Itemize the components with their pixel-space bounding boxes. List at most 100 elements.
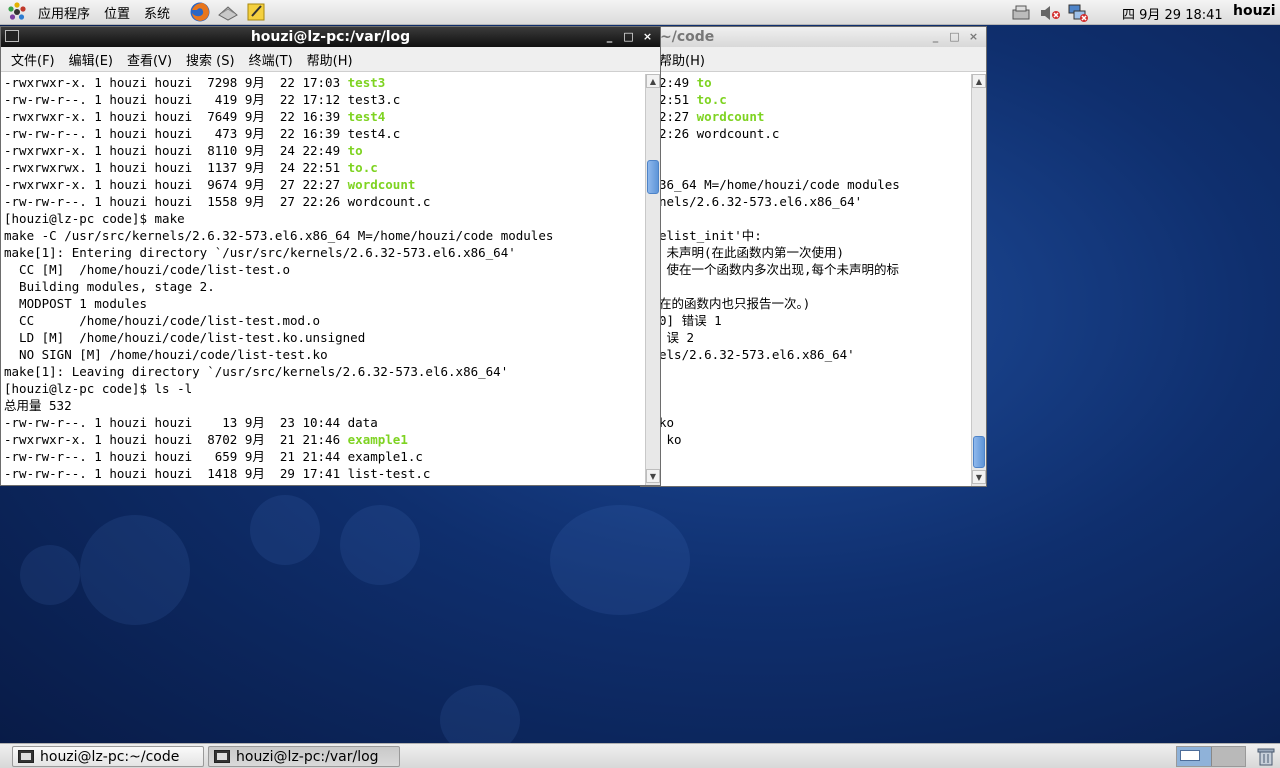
terminal-line: 未声明(在此函数内第一次使用) xyxy=(659,245,845,260)
terminal-line: -rw-rw-r--. 1 houzi houzi 659 9月 21 21:4… xyxy=(4,449,423,464)
terminal-line: [houzi@lz-pc code]$ ls -l xyxy=(4,381,193,396)
terminal-icon xyxy=(214,750,230,763)
network-manager-icon[interactable] xyxy=(1011,2,1033,24)
close-button[interactable]: × xyxy=(965,29,982,45)
terminal-line: 2:51 to.c xyxy=(659,92,727,107)
window-controls: _ □ × xyxy=(601,27,656,47)
maximize-button[interactable]: □ xyxy=(620,29,637,45)
terminal-line: make[1]: Entering directory `/usr/src/ke… xyxy=(4,245,516,260)
distro-logo-icon[interactable] xyxy=(6,1,28,23)
terminal-output[interactable]: 2:49 to 2:51 to.c 2:27 wordcount 2:26 wordc… xyxy=(641,74,971,486)
task-button-varlog[interactable]: houzi@lz-pc:/var/log xyxy=(208,746,400,767)
workspace-1[interactable] xyxy=(1177,747,1212,766)
terminal-line: -rwxrwxr-x. 1 houzi houzi 7298 9月 22 17:… xyxy=(4,75,386,90)
scroll-thumb[interactable] xyxy=(973,436,985,468)
terminal-line: -rw-rw-r--. 1 houzi houzi 1418 9月 29 17:… xyxy=(4,466,431,481)
trash-icon[interactable] xyxy=(1256,747,1276,768)
terminal-line: els/2.6.32-573.el6.x86_64' xyxy=(659,347,855,362)
menu-edit[interactable]: 编辑(E) xyxy=(62,50,120,69)
menubar: 帮助(H) xyxy=(641,47,986,72)
terminal-line: Building modules, stage 2. xyxy=(4,279,215,294)
minimize-button[interactable]: _ xyxy=(601,29,618,45)
scrollbar[interactable]: ▲ ▼ xyxy=(971,74,986,486)
terminal-line: 36_64 M=/home/houzi/code modules xyxy=(659,177,900,192)
terminal-line: make[1]: Leaving directory `/usr/src/ker… xyxy=(4,364,509,379)
window-title: ~/code xyxy=(660,29,715,45)
terminal-line: -rw-rw-r--. 1 houzi houzi 419 9月 22 17:1… xyxy=(4,92,401,107)
menu-search[interactable]: 搜索 (S) xyxy=(179,50,242,69)
executable-file-name: to xyxy=(696,75,712,90)
task-label: houzi@lz-pc:~/code xyxy=(40,748,180,765)
terminal-icon xyxy=(18,750,34,763)
workspace-1-window xyxy=(1180,750,1200,761)
terminal-line: -rw-rw-r--. 1 houzi houzi 473 9月 22 16:3… xyxy=(4,126,401,141)
executable-file-name: wordcount xyxy=(347,177,416,192)
workspace-switcher[interactable] xyxy=(1176,746,1246,767)
menu-help[interactable]: 帮助(H) xyxy=(300,50,360,69)
menu-help[interactable]: 帮助(H) xyxy=(659,50,705,69)
scroll-down-icon[interactable]: ▼ xyxy=(972,470,986,484)
terminal-line: -rwxrwxr-x. 1 houzi houzi 8110 9月 24 22:… xyxy=(4,143,363,158)
close-button[interactable]: × xyxy=(639,29,656,45)
network-disconnected-icon[interactable] xyxy=(1067,2,1089,24)
maximize-button[interactable]: □ xyxy=(946,29,963,45)
terminal-line: elist_init'中: xyxy=(659,228,762,243)
mail-icon[interactable] xyxy=(217,1,239,23)
terminal-line: nels/2.6.32-573.el6.x86_64' xyxy=(659,194,863,209)
menu-system[interactable]: 系统 xyxy=(137,0,177,25)
terminal-line: ko xyxy=(659,432,682,447)
task-button-code[interactable]: houzi@lz-pc:~/code xyxy=(12,746,204,767)
scrollbar[interactable]: ▲ ▼ xyxy=(645,74,660,485)
terminal-line: -rwxrwxr-x. 1 houzi houzi 9674 9月 27 22:… xyxy=(4,177,416,192)
bottom-taskbar: houzi@lz-pc:~/code houzi@lz-pc:/var/log xyxy=(0,743,1280,768)
menu-applications[interactable]: 应用程序 xyxy=(31,0,97,25)
menu-places[interactable]: 位置 xyxy=(97,0,137,25)
bokeh-circle xyxy=(550,505,690,615)
terminal-line: -rwxrwxrwx. 1 houzi houzi 1137 9月 24 22:… xyxy=(4,160,378,175)
menu-terminal[interactable]: 终端(T) xyxy=(242,50,300,69)
scroll-up-icon[interactable]: ▲ xyxy=(972,74,986,88)
minimize-button[interactable]: _ xyxy=(927,29,944,45)
terminal-window-code[interactable]: ~/code _ □ × 帮助(H) 2:49 to 2:51 to.c 2:27 … xyxy=(640,26,987,487)
user-name[interactable]: houzi xyxy=(1233,3,1276,19)
terminal-line: -rw-rw-r--. 1 houzi houzi 1558 9月 27 22:… xyxy=(4,194,431,209)
terminal-output[interactable]: -rwxrwxr-x. 1 houzi houzi 7298 9月 22 17:… xyxy=(1,74,645,485)
clock[interactable]: 四 9月 29 18:41 xyxy=(1122,4,1223,23)
menu-file[interactable]: 文件(F) xyxy=(4,50,62,69)
terminal-line: 2:27 wordcount xyxy=(659,109,765,124)
terminal-line: ko xyxy=(659,415,675,430)
scroll-down-icon[interactable]: ▼ xyxy=(646,469,660,483)
executable-file-name: test4 xyxy=(347,109,386,124)
terminal-line: 在的函数内也只报告一次。) xyxy=(659,296,811,311)
scroll-thumb[interactable] xyxy=(647,160,659,194)
workspace-2[interactable] xyxy=(1211,747,1245,766)
menu-view[interactable]: 查看(V) xyxy=(120,50,179,69)
bokeh-circle xyxy=(250,495,320,565)
executable-file-name: to.c xyxy=(347,160,378,175)
terminal-line: make -C /usr/src/kernels/2.6.32-573.el6.… xyxy=(4,228,554,243)
terminal-line: 2:26 wordcount.c xyxy=(659,126,780,141)
menubar: 文件(F) 编辑(E) 查看(V) 搜索 (S) 终端(T) 帮助(H) xyxy=(1,47,660,72)
terminal-line: CC /home/houzi/code/list-test.mod.o xyxy=(4,313,321,328)
titlebar[interactable]: houzi@lz-pc:/var/log _ □ × xyxy=(1,27,660,47)
terminal-line: -rwxrwxr-x. 1 houzi houzi 8702 9月 21 21:… xyxy=(4,432,408,447)
terminal-window-varlog[interactable]: houzi@lz-pc:/var/log _ □ × 文件(F) 编辑(E) 查… xyxy=(0,26,661,486)
executable-file-name: to.c xyxy=(696,92,727,107)
scroll-up-icon[interactable]: ▲ xyxy=(646,74,660,88)
titlebar[interactable]: ~/code _ □ × xyxy=(641,27,986,47)
window-title: houzi@lz-pc:/var/log xyxy=(250,29,411,45)
terminal-line: CC [M] /home/houzi/code/list-test.o xyxy=(4,262,290,277)
terminal-line: [houzi@lz-pc code]$ make xyxy=(4,211,185,226)
terminal-line: NO SIGN [M] /home/houzi/code/list-test.k… xyxy=(4,347,328,362)
system-tray xyxy=(1008,0,1092,25)
volume-muted-icon[interactable] xyxy=(1039,2,1061,24)
notes-icon[interactable] xyxy=(245,1,267,23)
firefox-icon[interactable] xyxy=(189,1,211,23)
